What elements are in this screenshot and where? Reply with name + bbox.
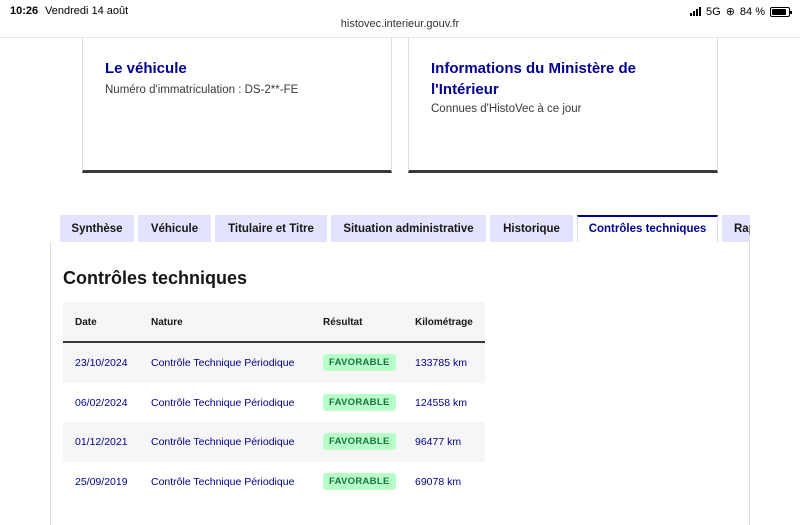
url-bar[interactable]: histovec.interieur.gouv.fr [0, 18, 800, 36]
column-header-date: Date [75, 317, 97, 328]
section-title: Contrôles techniques [63, 268, 248, 288]
cell-mileage: 124558 km [415, 396, 467, 409]
network-type: 5G [706, 5, 721, 18]
cell-nature: Contrôle Technique Périodique [151, 475, 295, 488]
table-header: Date Nature Résultat Kilométrage [63, 302, 485, 343]
tab-situation-administrative[interactable]: Situation administrative [331, 215, 486, 243]
cell-date: 06/02/2024 [75, 396, 128, 409]
cell-date: 23/10/2024 [75, 357, 128, 369]
vehicle-card-title: Le véhicule [105, 60, 187, 77]
tab-rapport[interactable]: Rap [722, 215, 750, 243]
battery-percentage: 84 % [739, 5, 765, 18]
battery-icon [770, 6, 792, 17]
cell-nature: Contrôle Technique Périodique [151, 396, 295, 409]
ministry-card-subtitle: Connues d'HistoVec à ce jour [431, 103, 582, 115]
table-row: 25/09/2019 Contrôle Technique Périodique… [63, 461, 485, 501]
column-header-nature: Nature [151, 317, 183, 328]
cell-mileage: 96477 km [415, 436, 462, 448]
vehicle-card: Le véhicule Numéro d'immatriculation : D… [82, 38, 392, 173]
result-badge: FAVORABLE [323, 354, 396, 371]
cell-date: 01/12/2021 [75, 436, 128, 448]
table-row: 06/02/2024 Contrôle Technique Périodique… [63, 382, 485, 422]
tab-historique[interactable]: Historique [490, 215, 573, 243]
result-badge: FAVORABLE [323, 393, 396, 411]
controls-table: Date Nature Résultat Kilométrage 23/10/2… [63, 302, 485, 501]
cellular-signal-icon [690, 7, 702, 16]
vehicle-card-subtitle: Numéro d'immatriculation : DS-2**-FE [105, 84, 299, 96]
status-time: 10:26 [10, 5, 39, 17]
column-header-result: Résultat [323, 317, 363, 328]
table-body: 23/10/2024 Contrôle Technique Périodique… [63, 343, 485, 501]
status-date: Vendredi 14 août [45, 5, 129, 17]
result-badge: FAVORABLE [323, 472, 396, 490]
location-icon: ⊕ [725, 6, 735, 18]
tab-titulaire-et-titre[interactable]: Titulaire et Titre [215, 215, 327, 243]
column-header-mileage: Kilométrage [415, 317, 473, 328]
cell-date: 25/09/2019 [75, 475, 128, 488]
tab-controles-techniques[interactable]: Contrôles techniques [577, 215, 718, 243]
tab-synthese[interactable]: Synthèse [60, 215, 134, 243]
cell-nature: Contrôle Technique Périodique [151, 357, 295, 369]
cell-mileage: 133785 km [415, 357, 467, 369]
ministry-card: Informations du Ministère de l'Intérieur… [408, 38, 718, 173]
result-badge: FAVORABLE [323, 433, 396, 450]
ministry-card-title: Informations du Ministère de l'Intérieur [431, 60, 637, 98]
table-row: 23/10/2024 Contrôle Technique Périodique… [63, 343, 485, 383]
table-row: 01/12/2021 Contrôle Technique Périodique… [63, 422, 485, 462]
cell-nature: Contrôle Technique Périodique [151, 436, 295, 448]
tab-list: Synthèse Véhicule Titulaire et Titre Sit… [60, 215, 750, 243]
cell-mileage: 69078 km [415, 475, 462, 488]
status-indicators: 5G ⊕ 84 % [690, 5, 792, 18]
tab-vehicule[interactable]: Véhicule [138, 215, 211, 243]
